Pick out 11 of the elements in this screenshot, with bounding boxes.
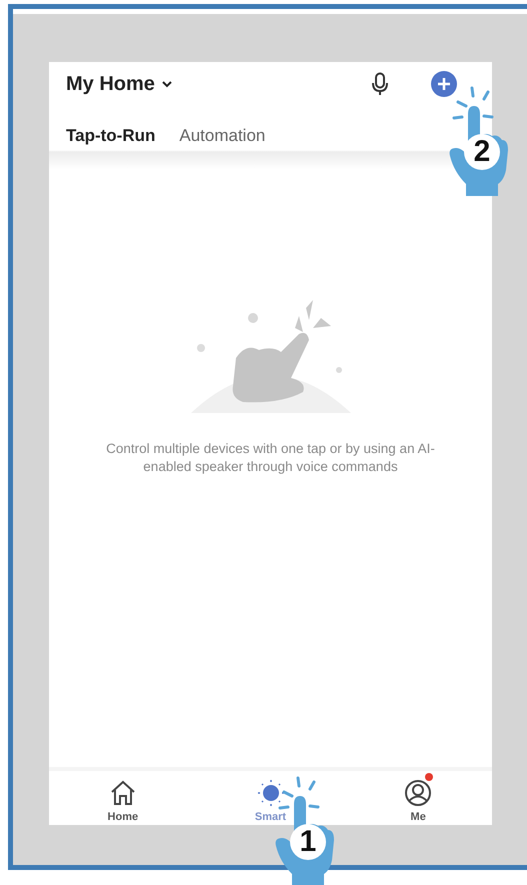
chevron-down-icon (160, 80, 173, 88)
person-icon (403, 778, 434, 808)
tab[interactable]: Automation (179, 126, 266, 153)
add-icon[interactable] (431, 71, 457, 97)
home-selector[interactable]: My Home (66, 72, 173, 96)
nav-tab[interactable]: Me (344, 771, 492, 825)
nav-tab[interactable]: Home (49, 771, 197, 825)
tab[interactable]: Tap-to-Run (66, 126, 156, 153)
microphone-icon[interactable] (371, 72, 389, 96)
sun-icon (256, 778, 286, 808)
empty-state-message: Control multiple devices with one tap or by using an AI-enabled speaker through voice commands (105, 440, 436, 476)
